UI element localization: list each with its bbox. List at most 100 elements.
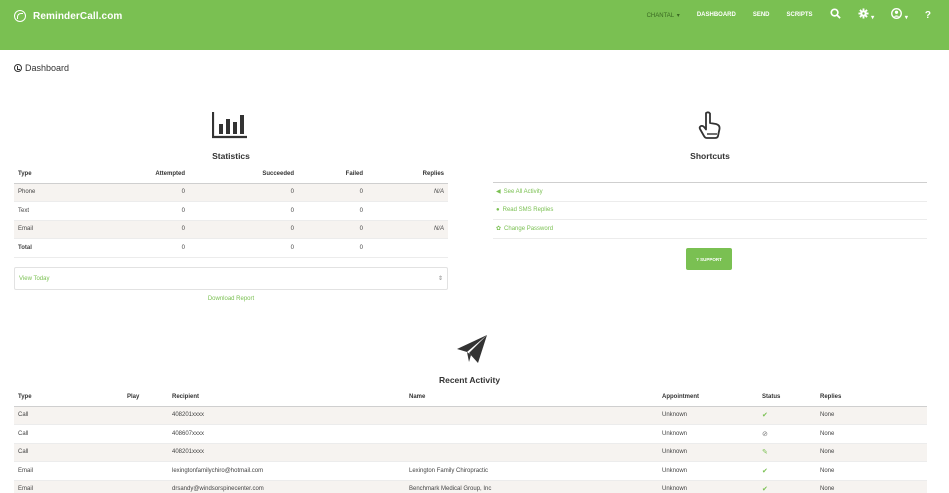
activity-header-row: Type Play Recipient Name Appointment Sta… — [14, 388, 927, 407]
page-title-text: Dashboard — [25, 63, 70, 73]
cell-failed: 0 — [298, 220, 367, 239]
table-row: Email 0 0 0 N/A — [14, 220, 448, 239]
table-row[interactable]: Call 408201xxxx Unknown ✎ None — [14, 443, 927, 462]
table-row[interactable]: Call 408607xxxx Unknown ⊘ None — [14, 424, 927, 444]
cell-succeeded: 0 — [189, 238, 298, 258]
cell-status: ✔ — [758, 480, 816, 493]
chat-icon: ● — [496, 207, 500, 214]
support-button[interactable]: ? SUPPORT — [686, 248, 732, 270]
cell-name: Benchmark Medical Group, Inc — [405, 480, 658, 493]
col-name: Name — [405, 388, 658, 407]
table-row[interactable]: Email lexingtonfamilychiro@hotmail.com L… — [14, 461, 927, 481]
cell-replies — [367, 238, 448, 258]
cell-replies: N/A — [367, 183, 448, 202]
table-row[interactable]: Email drsandy@windsorspinecenter.com Ben… — [14, 480, 927, 493]
brand-name: ReminderCall.com — [33, 10, 123, 22]
cell-type: Email — [14, 220, 104, 239]
cell-play — [123, 461, 168, 481]
shortcut-read-sms-replies[interactable]: ● Read SMS Replies — [493, 202, 927, 220]
shortcut-change-password[interactable]: ✿ Change Password — [493, 220, 927, 239]
cell-appointment: Unknown — [658, 424, 758, 444]
table-row-total: Total 0 0 0 — [14, 238, 448, 258]
cell-name — [405, 424, 658, 444]
cell-recipient: drsandy@windsorspinecenter.com — [168, 480, 405, 493]
shortcut-label: Read SMS Replies — [502, 207, 554, 214]
settings-menu[interactable]: ▾ — [857, 8, 875, 22]
cell-type: Email — [14, 480, 123, 493]
cell-play — [123, 443, 168, 462]
cell-attempted: 0 — [104, 201, 189, 221]
cell-appointment: Unknown — [658, 480, 758, 493]
cell-play — [123, 480, 168, 493]
cell-type: Phone — [14, 183, 104, 202]
cell-replies — [367, 201, 448, 221]
cell-type: Call — [14, 406, 123, 425]
cell-status: ✔ — [758, 406, 816, 425]
shortcuts-list: ◀ See All Activity ● Read SMS Replies ✿ … — [493, 182, 927, 239]
cell-name — [405, 443, 658, 462]
cell-play — [123, 406, 168, 425]
pointing-hand-icon — [698, 111, 721, 139]
cell-replies: None — [816, 480, 927, 493]
col-status: Status — [758, 388, 816, 407]
brand-logo[interactable]: ReminderCall.com — [14, 9, 122, 23]
nav-dashboard[interactable]: DASHBOARD — [697, 12, 736, 18]
cell-status: ✔ — [758, 461, 816, 481]
shortcut-see-all-activity[interactable]: ◀ See All Activity — [493, 183, 927, 202]
cell-failed: 0 — [298, 201, 367, 221]
col-appointment: Appointment — [658, 388, 758, 407]
nav-send[interactable]: SEND — [753, 12, 770, 18]
recent-activity-table: Type Play Recipient Name Appointment Sta… — [14, 388, 927, 493]
edit-icon: ✎ — [762, 449, 768, 457]
gear-icon — [857, 8, 869, 19]
select-arrows-icon: ⇕ — [437, 276, 443, 282]
cell-name — [405, 406, 658, 425]
download-report-link[interactable]: Download Report — [208, 296, 254, 302]
help-icon[interactable]: ? — [925, 10, 931, 21]
cell-attempted: 0 — [104, 183, 189, 202]
table-row: Text 0 0 0 — [14, 201, 448, 221]
cell-appointment: Unknown — [658, 443, 758, 462]
caret-down-icon: ▾ — [869, 15, 875, 21]
shortcut-label: See All Activity — [503, 188, 543, 195]
cell-replies: None — [816, 424, 927, 444]
search-icon[interactable] — [829, 8, 841, 22]
col-succeeded: Succeeded — [189, 165, 298, 184]
caret-down-icon: ▾ — [903, 15, 908, 21]
top-navbar: ReminderCall.com CHANTAL ▾ DASHBOARD SEN… — [0, 0, 949, 50]
nav-user-label: CHANTAL — [646, 12, 675, 19]
cell-attempted: 0 — [104, 220, 189, 239]
page-title: Dashboard — [14, 63, 69, 73]
col-type: Type — [14, 388, 123, 407]
col-recipient: Recipient — [168, 388, 405, 407]
nav-user-menu[interactable]: CHANTAL ▾ — [647, 12, 680, 19]
cell-type: Call — [14, 443, 123, 462]
nav-scripts[interactable]: SCRIPTS — [787, 12, 813, 18]
period-select[interactable]: View Today ⇕ — [14, 267, 448, 290]
check-icon: ✔ — [762, 467, 768, 475]
cell-type: Email — [14, 461, 123, 481]
cell-recipient: 408607xxxx — [168, 424, 405, 444]
cell-failed: 0 — [298, 183, 367, 202]
cell-type: Call — [14, 424, 123, 444]
shortcut-label: Change Password — [504, 225, 554, 232]
cell-recipient: 408201xxxx — [168, 443, 405, 462]
cell-succeeded: 0 — [189, 201, 298, 221]
recent-activity-heading: Recent Activity — [438, 375, 501, 385]
send-icon: ◀ — [496, 189, 501, 196]
statistics-heading: Statistics — [212, 151, 250, 161]
cell-name: Lexington Family Chiropractic — [405, 461, 658, 481]
cell-succeeded: 0 — [189, 220, 298, 239]
cell-status: ✎ — [758, 443, 816, 462]
caret-down-icon: ▾ — [675, 12, 680, 19]
shortcuts-heading: Shortcuts — [690, 151, 730, 161]
cell-appointment: Unknown — [658, 406, 758, 425]
bar-chart-icon — [212, 112, 247, 139]
table-row[interactable]: Call 408201xxxx Unknown ✔ None — [14, 406, 927, 425]
cell-status: ⊘ — [758, 424, 816, 444]
account-menu[interactable]: ▾ — [891, 8, 908, 22]
col-replies: Replies — [367, 165, 448, 184]
period-select-value: View Today — [19, 275, 50, 282]
cell-succeeded: 0 — [189, 183, 298, 202]
ban-icon: ⊘ — [762, 430, 768, 438]
